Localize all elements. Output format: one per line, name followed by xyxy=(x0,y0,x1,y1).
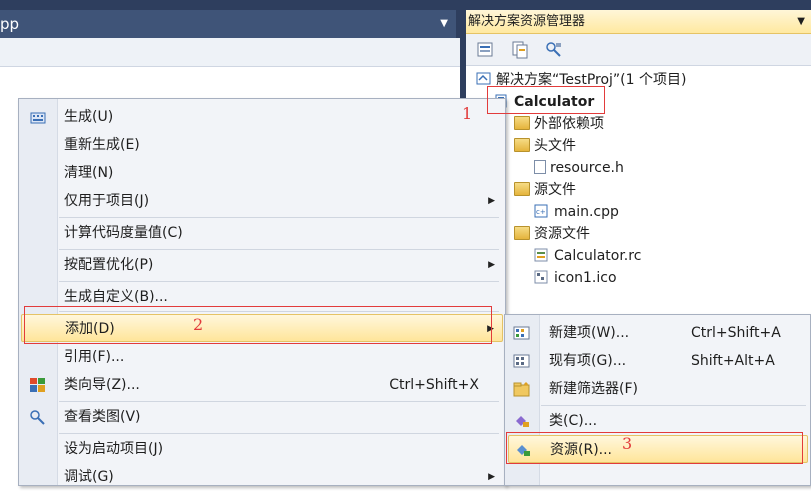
tree-item-icon1-ico[interactable]: icon1.ico xyxy=(534,267,617,289)
folder-icon xyxy=(514,138,530,152)
menu-item-clean[interactable]: 清理(N) xyxy=(19,159,505,187)
chevron-down-icon[interactable]: ▼ xyxy=(797,10,805,34)
menu-item-references[interactable]: 引用(F)... xyxy=(19,343,505,371)
menu-item-project-only[interactable]: 仅用于项目(J) ▶ xyxy=(19,187,505,215)
menu-item-rebuild[interactable]: 重新生成(E) xyxy=(19,131,505,159)
class-icon xyxy=(516,416,529,427)
tree-item-resource-h[interactable]: resource.h xyxy=(534,157,624,179)
tree-item-source-files[interactable]: 源文件 xyxy=(514,179,576,201)
view-class-diagram-icon[interactable] xyxy=(544,40,564,60)
folder-icon xyxy=(514,116,530,130)
svg-text:c+: c+ xyxy=(536,208,546,216)
new-filter-icon xyxy=(513,382,530,397)
ico-file-icon xyxy=(534,270,548,284)
solution-explorer-toolbar xyxy=(466,34,811,66)
tree-item-external-deps[interactable]: 外部依赖项 xyxy=(514,113,604,135)
solution-icon xyxy=(476,72,491,85)
show-all-files-icon[interactable] xyxy=(510,40,530,60)
editor-tab-label: pp xyxy=(0,15,20,33)
menu-item-profile-guided-opt[interactable]: 按配置优化(P) ▶ xyxy=(19,251,505,279)
menu-separator xyxy=(59,249,499,250)
annotation-number-1: 1 xyxy=(462,104,473,123)
header-file-icon xyxy=(534,160,546,174)
menu-separator xyxy=(59,281,499,282)
tree-item-resource-files[interactable]: 资源文件 xyxy=(514,223,590,245)
submenu-arrow-icon: ▶ xyxy=(488,472,495,482)
class-diagram-icon xyxy=(30,410,45,425)
tree-item-calculator-rc[interactable]: Calculator.rc xyxy=(534,245,641,267)
solution-explorer-title-label: 解决方案资源管理器 xyxy=(468,14,586,29)
submenu-arrow-icon: ▶ xyxy=(488,196,495,206)
annotation-box-2 xyxy=(24,306,492,344)
submenu-item-new-item[interactable]: 新建项(W)... Ctrl+Shift+A xyxy=(505,319,810,347)
menu-item-debug[interactable]: 调试(G) ▶ xyxy=(19,463,505,491)
menu-separator xyxy=(541,405,806,406)
folder-icon xyxy=(514,182,530,196)
menu-separator xyxy=(59,401,499,402)
annotation-box-1 xyxy=(487,86,605,114)
rc-file-icon xyxy=(534,248,548,262)
tree-item-header-files[interactable]: 头文件 xyxy=(514,135,576,157)
annotation-number-2: 2 xyxy=(193,315,204,334)
project-context-menu: 生成(U) 重新生成(E) 清理(N) 仅用于项目(J) ▶ 计算代码度量值(C… xyxy=(18,98,506,486)
menu-item-code-metrics[interactable]: 计算代码度量值(C) xyxy=(19,219,505,247)
build-icon xyxy=(30,112,46,124)
class-wizard-icon xyxy=(30,378,45,392)
submenu-item-new-filter[interactable]: 新建筛选器(F) xyxy=(505,375,810,403)
menu-item-build[interactable]: 生成(U) xyxy=(19,103,505,131)
menu-separator xyxy=(59,433,499,434)
submenu-item-existing-item[interactable]: 现有项(G)... Shift+Alt+A xyxy=(505,347,810,375)
existing-item-icon xyxy=(513,354,530,368)
menu-item-set-startup[interactable]: 设为启动项目(J) xyxy=(19,435,505,463)
submenu-arrow-icon: ▶ xyxy=(488,260,495,270)
editor-tab[interactable]: pp ▼ xyxy=(0,10,456,38)
tree-item-main-cpp[interactable]: c+ main.cpp xyxy=(534,201,619,223)
menu-separator xyxy=(59,217,499,218)
menu-item-view-class-diagram[interactable]: 查看类图(V) xyxy=(19,403,505,431)
submenu-item-class[interactable]: 类(C)... xyxy=(505,407,810,435)
new-item-icon xyxy=(513,326,530,340)
editor-toolbar xyxy=(0,38,460,67)
solution-explorer-frame xyxy=(466,0,811,10)
chevron-down-icon[interactable]: ▼ xyxy=(440,10,448,38)
annotation-number-3: 3 xyxy=(622,434,633,453)
cpp-file-icon: c+ xyxy=(534,204,548,218)
folder-icon xyxy=(514,226,530,240)
properties-icon[interactable] xyxy=(476,40,496,60)
annotation-box-3 xyxy=(506,432,803,464)
solution-explorer-title: 解决方案资源管理器 ▼ xyxy=(466,10,811,34)
menu-item-class-wizard[interactable]: 类向导(Z)... Ctrl+Shift+X xyxy=(19,371,505,399)
